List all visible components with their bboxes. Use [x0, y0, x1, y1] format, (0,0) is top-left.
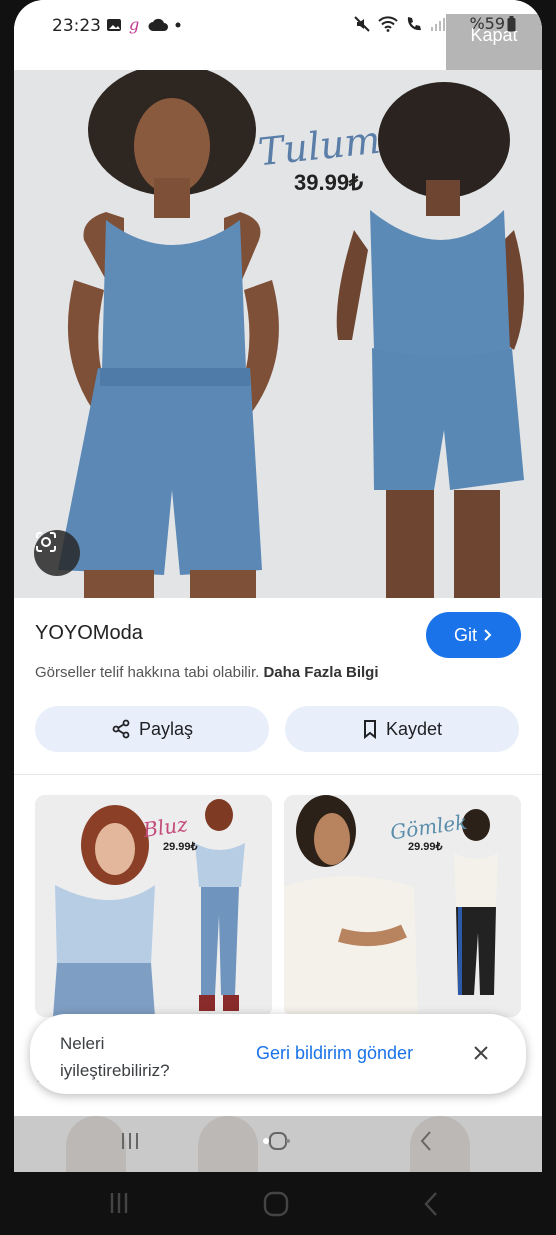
visit-label: Git [453, 624, 477, 645]
save-label: Kaydet [385, 718, 443, 739]
recent-apps-icon[interactable] [118, 1130, 142, 1152]
cloud-icon [148, 18, 168, 31]
nav-thumbnail [66, 1116, 126, 1172]
gallery-icon [107, 19, 121, 31]
home-icon[interactable] [262, 1130, 292, 1152]
share-button[interactable]: Paylaş [35, 706, 269, 752]
source-name[interactable]: YOYOModa [35, 622, 143, 645]
feedback-toast: Neleri iyileştirebiliriz? Geri bildirim … [30, 1014, 526, 1094]
hero-price: 39.99₺ [294, 170, 364, 195]
nav-thumbnail [198, 1116, 258, 1172]
related-image-card[interactable]: Bluz 29.99₺ [35, 795, 272, 1017]
hero-image[interactable]: Tulum 39.99₺ [14, 70, 542, 598]
visit-button[interactable]: Git [426, 612, 521, 658]
share-icon [112, 719, 130, 739]
copyright-notice: Görseller telif hakkına tabi olabilir. D… [35, 664, 378, 681]
back-icon[interactable] [422, 1190, 440, 1218]
feedback-prompt: Neleri iyileştirebiliriz? [60, 1034, 170, 1080]
status-bar: 23:23 g Kapat %59 [14, 0, 542, 70]
battery-icon [507, 15, 516, 31]
battery-percent: %59 [469, 14, 505, 33]
back-icon[interactable] [418, 1130, 434, 1152]
signal-icon [431, 18, 445, 31]
recent-apps-icon[interactable] [106, 1190, 132, 1216]
lens-icon [36, 532, 56, 552]
battery-indicator: %59 [469, 14, 516, 33]
related-price: 29.99₺ [408, 841, 443, 853]
section-divider [14, 774, 542, 775]
send-feedback-link[interactable]: Geri bildirim gönder [256, 1043, 413, 1064]
related-price: 29.99₺ [163, 841, 198, 853]
svg-text:g: g [129, 16, 139, 34]
status-time: 23:23 [52, 16, 101, 36]
share-label: Paylaş [138, 718, 194, 739]
notification-icons: g [106, 16, 182, 34]
close-icon [474, 1046, 488, 1060]
call-icon [407, 17, 421, 31]
bookmark-icon [363, 720, 376, 739]
system-nav-bar [0, 1172, 556, 1235]
dot-icon [175, 22, 181, 28]
system-status-icons [353, 15, 446, 33]
home-icon[interactable] [262, 1190, 290, 1218]
wifi-icon [378, 16, 398, 32]
app-nav-bar [14, 1116, 542, 1172]
related-image-card[interactable]: Gömlek 29.99₺ [284, 795, 521, 1017]
save-button[interactable]: Kaydet [285, 706, 519, 752]
chevron-right-icon [484, 629, 492, 641]
copyright-text: Görseller telif hakkına tabi olabilir. [35, 664, 260, 681]
lens-search-button[interactable] [34, 530, 80, 576]
mute-icon [354, 16, 370, 32]
more-info-link[interactable]: Daha Fazla Bilgi [263, 664, 378, 681]
app-g-icon: g [129, 16, 139, 34]
phone-screen: 23:23 g Kapat %59 Tulum 39.99₺ YOYOModa … [14, 0, 542, 1172]
dismiss-feedback-button[interactable] [468, 1040, 494, 1066]
